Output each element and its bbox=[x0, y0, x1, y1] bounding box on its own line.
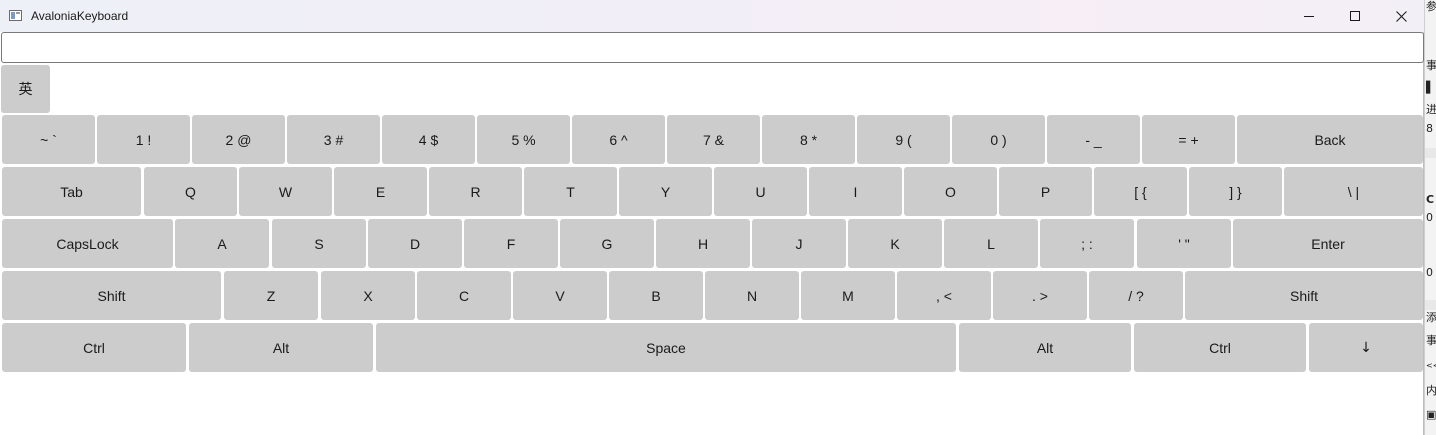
key-i[interactable]: I bbox=[809, 167, 902, 216]
key-slash[interactable]: / ? bbox=[1089, 271, 1183, 320]
key-tilde[interactable]: ~ ` bbox=[2, 115, 95, 164]
key-4[interactable]: 4 $ bbox=[382, 115, 475, 164]
key-semicolon[interactable]: ; : bbox=[1040, 219, 1134, 268]
key-equals[interactable]: = + bbox=[1142, 115, 1235, 164]
key-j[interactable]: J bbox=[752, 219, 846, 268]
background-text: ▣ bbox=[1426, 408, 1436, 421]
background-band bbox=[1425, 300, 1436, 310]
key-f[interactable]: F bbox=[464, 219, 558, 268]
background-text: << bbox=[1426, 361, 1436, 370]
key-shift-right[interactable]: Shift bbox=[1185, 271, 1423, 320]
close-button[interactable] bbox=[1378, 0, 1424, 32]
key-u[interactable]: U bbox=[714, 167, 807, 216]
background-band bbox=[1425, 148, 1436, 158]
key-comma[interactable]: , < bbox=[897, 271, 991, 320]
key-a[interactable]: A bbox=[175, 219, 269, 268]
key-n[interactable]: N bbox=[705, 271, 799, 320]
key-o[interactable]: O bbox=[904, 167, 997, 216]
background-text: 0 bbox=[1426, 266, 1433, 279]
key-h[interactable]: H bbox=[656, 219, 750, 268]
key-ctrl-right[interactable]: Ctrl bbox=[1134, 323, 1306, 372]
minimize-icon bbox=[1304, 16, 1314, 17]
key-space[interactable]: Space bbox=[376, 323, 956, 372]
key-l[interactable]: L bbox=[944, 219, 1038, 268]
window-title: AvaloniaKeyboard bbox=[31, 9, 129, 23]
key-minus[interactable]: - _ bbox=[1047, 115, 1140, 164]
key-8[interactable]: 8 * bbox=[762, 115, 855, 164]
key-w[interactable]: W bbox=[239, 167, 332, 216]
maximize-button[interactable] bbox=[1332, 0, 1378, 32]
text-input[interactable] bbox=[1, 32, 1424, 63]
key-v[interactable]: V bbox=[513, 271, 607, 320]
key-tab[interactable]: Tab bbox=[2, 167, 141, 216]
background-text: 事 bbox=[1426, 334, 1436, 347]
background-text: 参 bbox=[1426, 0, 1436, 13]
background-text: 8 bbox=[1426, 122, 1433, 135]
background-text: 内 bbox=[1426, 384, 1436, 397]
key-backslash[interactable]: \ | bbox=[1284, 167, 1423, 216]
key-z[interactable]: Z bbox=[224, 271, 318, 320]
background-text: 事 bbox=[1426, 59, 1436, 72]
key-9[interactable]: 9 ( bbox=[857, 115, 950, 164]
key-c[interactable]: C bbox=[417, 271, 511, 320]
key-backspace[interactable]: Back bbox=[1237, 115, 1423, 164]
key-shift-left[interactable]: Shift bbox=[2, 271, 221, 320]
key-period[interactable]: . > bbox=[993, 271, 1087, 320]
key-e[interactable]: E bbox=[334, 167, 427, 216]
key-r[interactable]: R bbox=[429, 167, 522, 216]
key-3[interactable]: 3 # bbox=[287, 115, 380, 164]
key-1[interactable]: 1 ! bbox=[97, 115, 190, 164]
key-p[interactable]: P bbox=[999, 167, 1092, 216]
key-x[interactable]: X bbox=[321, 271, 415, 320]
key-right-bracket[interactable]: ] } bbox=[1189, 167, 1282, 216]
background-text: 进 bbox=[1426, 103, 1436, 116]
minimize-button[interactable] bbox=[1286, 0, 1332, 32]
key-6[interactable]: 6 ^ bbox=[572, 115, 665, 164]
key-0[interactable]: 0 ) bbox=[952, 115, 1045, 164]
key-s[interactable]: S bbox=[272, 219, 366, 268]
key-down-arrow[interactable]: ↓ bbox=[1309, 323, 1423, 372]
maximize-icon bbox=[1350, 11, 1360, 21]
key-enter[interactable]: Enter bbox=[1233, 219, 1423, 268]
key-ctrl-left[interactable]: Ctrl bbox=[2, 323, 186, 372]
key-2[interactable]: 2 @ bbox=[192, 115, 285, 164]
close-icon bbox=[1395, 10, 1407, 22]
key-alt-right[interactable]: Alt bbox=[959, 323, 1131, 372]
background-text: C bbox=[1426, 193, 1435, 206]
key-capslock[interactable]: CapsLock bbox=[2, 219, 173, 268]
key-m[interactable]: M bbox=[801, 271, 895, 320]
key-5[interactable]: 5 % bbox=[477, 115, 570, 164]
language-toggle-button[interactable]: 英 bbox=[1, 65, 50, 113]
avalonia-keyboard-window: AvaloniaKeyboard 英 ~ ` 1 ! 2 @ 3 # 4 $ 5… bbox=[0, 0, 1424, 435]
key-g[interactable]: G bbox=[560, 219, 654, 268]
key-k[interactable]: K bbox=[848, 219, 942, 268]
background-text: 添 bbox=[1426, 311, 1436, 324]
background-window-strip: 参 事 ▌ 进 8 C 0 0 添 事 << 内 ▣ bbox=[1424, 0, 1436, 435]
key-d[interactable]: D bbox=[368, 219, 462, 268]
key-alt-left[interactable]: Alt bbox=[189, 323, 373, 372]
key-q[interactable]: Q bbox=[144, 167, 237, 216]
title-bar[interactable]: AvaloniaKeyboard bbox=[0, 0, 1424, 32]
key-t[interactable]: T bbox=[524, 167, 617, 216]
key-left-bracket[interactable]: [ { bbox=[1094, 167, 1187, 216]
key-b[interactable]: B bbox=[609, 271, 703, 320]
background-text: ▌ bbox=[1426, 81, 1435, 94]
key-7[interactable]: 7 & bbox=[667, 115, 760, 164]
app-icon bbox=[9, 10, 22, 21]
background-text: 0 bbox=[1426, 211, 1433, 224]
key-quote[interactable]: ' " bbox=[1137, 219, 1231, 268]
key-y[interactable]: Y bbox=[619, 167, 712, 216]
